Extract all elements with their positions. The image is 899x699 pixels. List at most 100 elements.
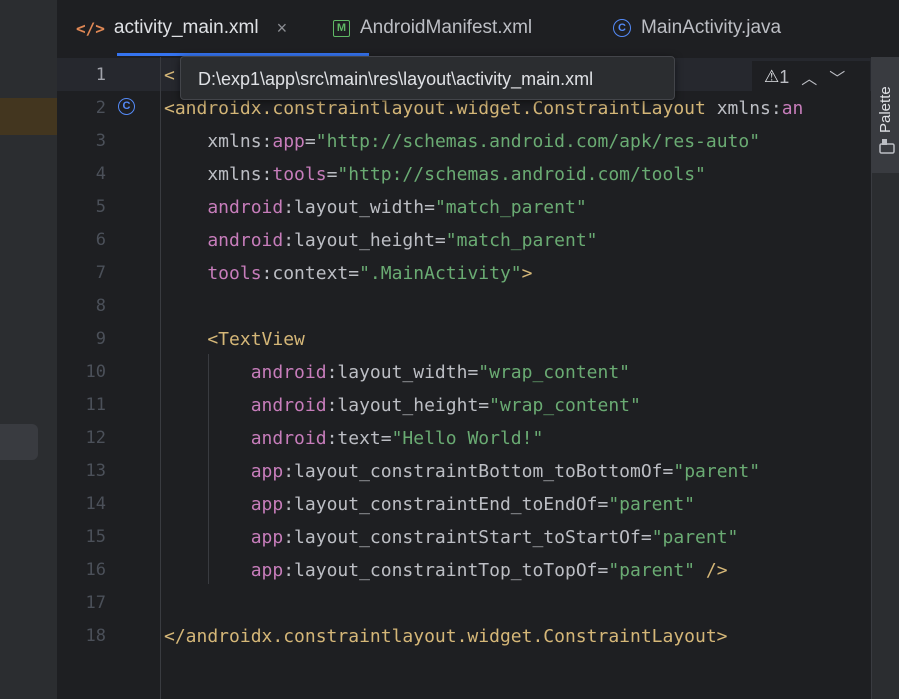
code-text: android:text="Hello World!" [164,422,544,455]
code-token: :context= [261,263,360,284]
line-number[interactable]: 9 [57,323,106,356]
palette-label: Palette [877,86,894,133]
file-path-tooltip: D:\exp1\app\src\main\res\layout\activity… [180,56,675,100]
line-number[interactable]: 7 [57,257,106,290]
code-token: xmlns: [164,164,273,185]
code-line[interactable]: 6 android:layout_height="match_parent" [57,224,871,257]
code-line[interactable]: 14 app:layout_constraintEnd_toEndOf="par… [57,488,871,521]
java-class-icon: C [613,19,631,37]
code-text: tools:context=".MainActivity"> [164,257,533,290]
project-selected-row[interactable] [0,98,57,135]
code-text: xmlns:tools="http://schemas.android.com/… [164,158,706,191]
close-icon[interactable]: × [277,18,288,39]
tab-activity-main-xml[interactable]: </> activity_main.xml × [76,0,287,56]
code-line[interactable]: 13 app:layout_constraintBottom_toBottomO… [57,455,871,488]
code-text: android:layout_height="wrap_content" [164,389,641,422]
code-text: android:layout_width="match_parent" [164,191,587,224]
line-number[interactable]: 5 [57,191,106,224]
code-text: app:layout_constraintEnd_toEndOf="parent… [164,488,695,521]
tab-label: activity_main.xml [113,17,259,38]
manifest-file-icon: M [333,19,350,37]
code-token: :layout_constraintStart_toStartOf= [283,527,652,548]
code-token: "wrap_content" [478,362,630,383]
code-token: :layout_constraintEnd_toEndOf= [283,494,609,515]
code-line[interactable]: 4 xmlns:tools="http://schemas.android.co… [57,158,871,191]
line-number[interactable]: 6 [57,224,106,257]
warning-icon: ⚠ [764,67,780,86]
code-token: android [164,362,327,383]
code-text: app:layout_constraintStart_toStartOf="pa… [164,521,739,554]
code-token: android [164,197,284,218]
code-token: an [781,98,804,119]
code-token: <TextView [164,329,305,350]
code-token: :layout_constraintBottom_toBottomOf= [283,461,674,482]
line-number[interactable]: 1 [57,59,106,92]
code-editor[interactable]: C 1 <2 <androidx.constraintlayout.widget.C… [57,57,871,699]
line-number[interactable]: 11 [57,389,106,422]
line-number[interactable]: 13 [57,455,106,488]
line-number[interactable]: 3 [57,125,106,158]
code-token: android [164,395,327,416]
code-token: android [164,230,284,251]
code-token: app [164,560,284,581]
code-token: "parent" [673,461,761,482]
code-token: "parent" [608,494,696,515]
code-token: /> [695,560,728,581]
code-line[interactable]: 12 android:text="Hello World!" [57,422,871,455]
code-token: "match_parent" [434,197,587,218]
project-hover-row[interactable] [0,424,38,460]
code-token: :text= [326,428,392,449]
palette-icon [879,139,895,154]
code-line[interactable]: 9 <TextView [57,323,871,356]
line-number[interactable]: 2 [57,92,106,125]
warning-count: 1 [779,66,790,87]
code-text: android:layout_height="match_parent" [164,224,597,257]
code-token: app [164,527,284,548]
line-number[interactable]: 16 [57,554,106,587]
line-number[interactable]: 18 [57,620,106,653]
line-number[interactable]: 10 [57,356,106,389]
line-number[interactable]: 12 [57,422,106,455]
code-line[interactable]: 16 app:layout_constraintTop_toTopOf="par… [57,554,871,587]
code-text: </androidx.constraintlayout.widget.Const… [164,620,728,653]
code-token: "parent" [651,527,739,548]
code-line[interactable]: 3 xmlns:app="http://schemas.android.com/… [57,125,871,158]
line-number[interactable]: 8 [57,290,106,323]
code-text: xmlns:app="http://schemas.android.com/ap… [164,125,760,158]
tooltip-path: D:\exp1\app\src\main\res\layout\activity… [198,69,594,89]
inspection-widget[interactable]: ⚠ 1 ︿ ﹀ [752,61,870,93]
code-line[interactable]: 5 android:layout_width="match_parent" [57,191,871,224]
code-token: xmlns: [164,131,273,152]
code-token: ".MainActivity" [359,263,522,284]
tab-android-manifest-xml[interactable]: M AndroidManifest.xml [333,0,532,56]
editor-tab-bar: </> activity_main.xml × M AndroidManifes… [57,0,899,58]
code-token: <androidx.constraintlayout.widget.Constr… [164,98,717,119]
code-token: :layout_height= [283,230,446,251]
tab-main-activity-java[interactable]: C MainActivity.java [613,0,781,56]
code-line[interactable]: 10 android:layout_width="wrap_content" [57,356,871,389]
line-number[interactable]: 4 [57,158,106,191]
chevron-up-icon[interactable]: ︿ [801,65,817,89]
line-number[interactable]: 17 [57,587,106,620]
code-line[interactable]: 18 </androidx.constraintlayout.widget.Con… [57,620,871,653]
code-token: = [326,164,338,185]
code-line[interactable]: 15 app:layout_constraintStart_toStartOf=… [57,521,871,554]
code-token: "Hello World!" [391,428,544,449]
code-line[interactable]: 17 [57,587,871,620]
code-token: "http://schemas.android.com/tools" [337,164,706,185]
code-token: < [164,65,175,86]
code-token: </androidx.constraintlayout.widget.Const… [164,626,728,647]
code-line[interactable]: 11 android:layout_height="wrap_content" [57,389,871,422]
code-text: < [164,59,175,92]
line-number[interactable]: 14 [57,488,106,521]
code-token: > [521,263,533,284]
line-number[interactable]: 15 [57,521,106,554]
tab-label: MainActivity.java [641,17,782,38]
code-text: app:layout_constraintTop_toTopOf="parent… [164,554,728,587]
code-token: :layout_constraintTop_toTopOf= [283,560,609,581]
code-text: android:layout_width="wrap_content" [164,356,630,389]
code-token: "parent" [608,560,696,581]
chevron-down-icon[interactable]: ﹀ [829,65,845,89]
code-line[interactable]: 8 [57,290,871,323]
code-line[interactable]: 7 tools:context=".MainActivity"> [57,257,871,290]
